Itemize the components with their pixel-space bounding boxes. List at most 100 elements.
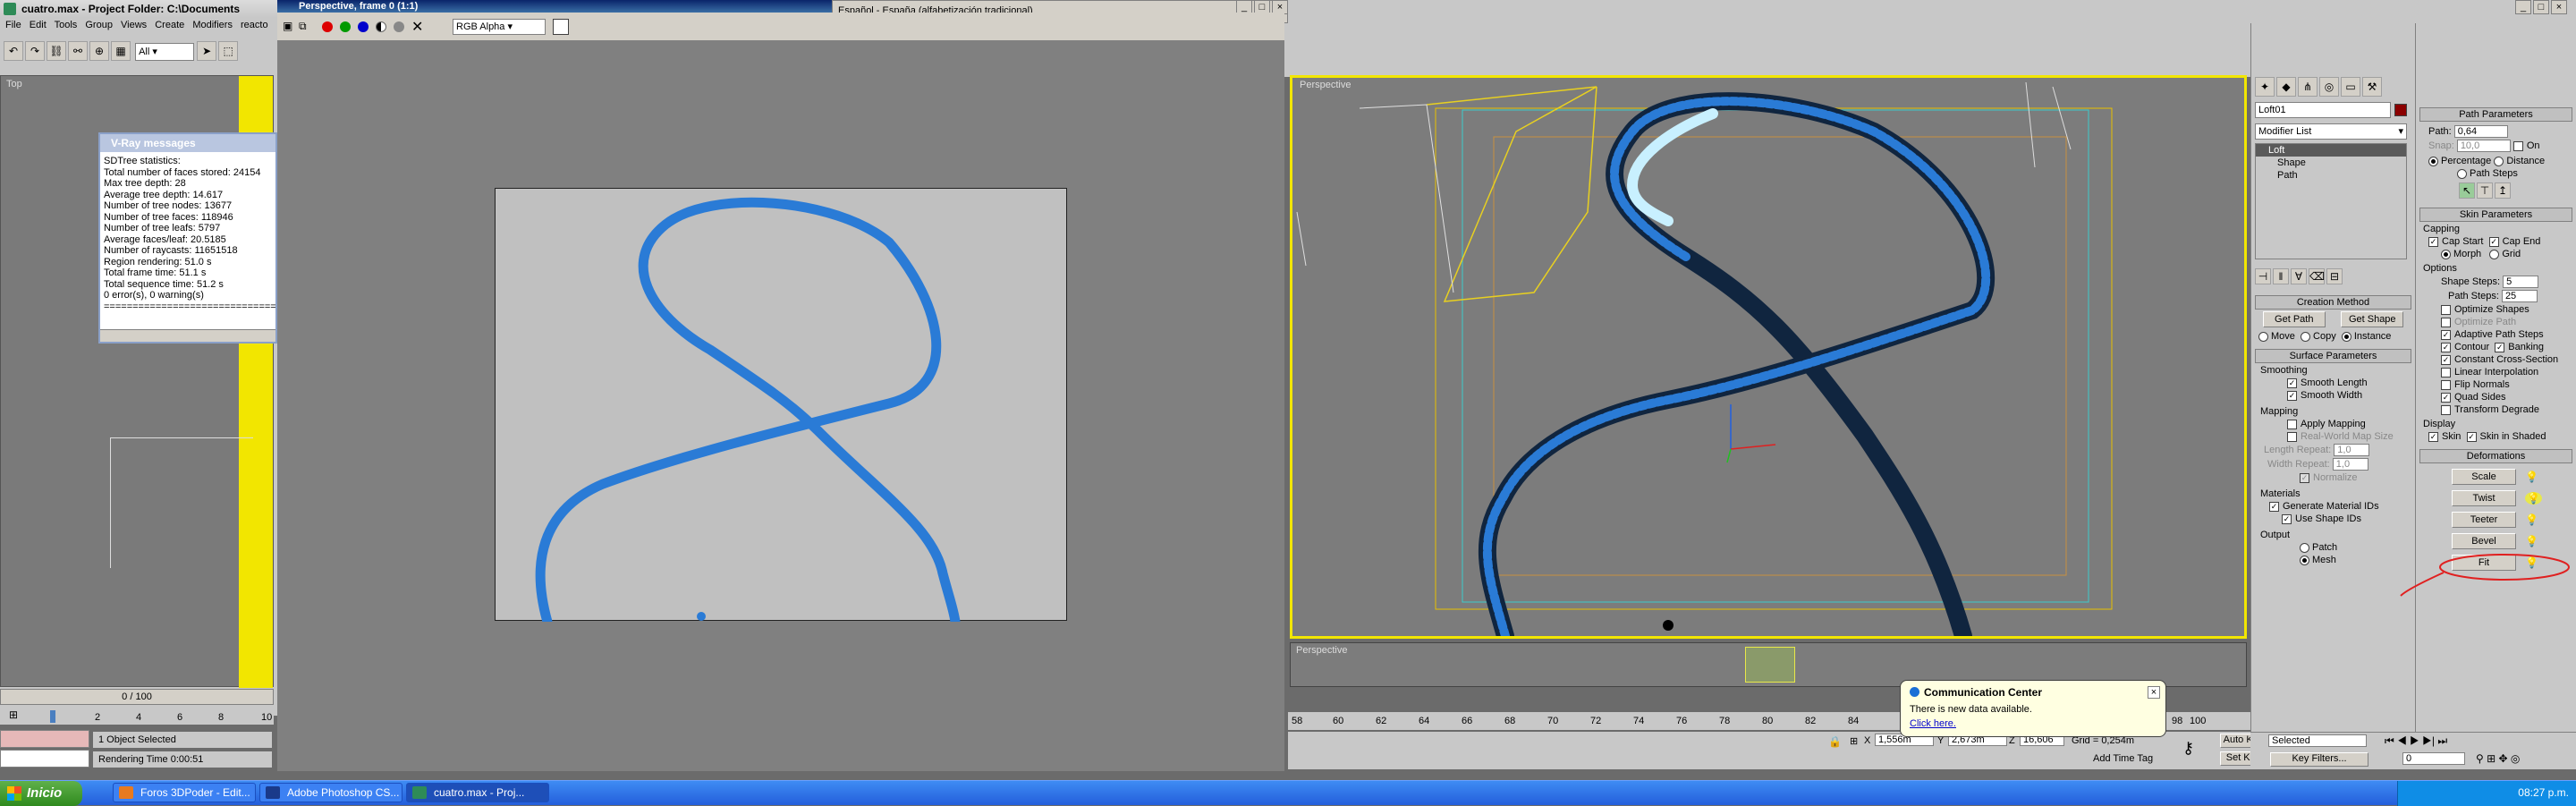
instance-radio[interactable]: [2341, 331, 2351, 342]
cap-end-checkbox[interactable]: ✓: [2488, 236, 2499, 247]
current-frame-spinner[interactable]: 0: [2402, 752, 2465, 765]
skin-option-row[interactable]: ✓ Constant Cross-Section: [2441, 354, 2576, 365]
link-icon[interactable]: ⛓: [47, 41, 66, 61]
stack-item-loft[interactable]: Loft: [2256, 144, 2406, 157]
object-color-swatch[interactable]: [2394, 104, 2407, 116]
alpha-channel-icon[interactable]: [376, 21, 386, 32]
get-shape-button[interactable]: Get Shape: [2341, 311, 2404, 327]
selection-filter-dropdown[interactable]: All ▾: [135, 43, 195, 62]
undo-icon[interactable]: ↶: [4, 41, 23, 61]
time-slider[interactable]: 0 / 100: [0, 689, 274, 705]
snap-on-checkbox[interactable]: [2512, 140, 2523, 151]
modifier-list-dropdown[interactable]: Modifier List ▾: [2255, 123, 2407, 140]
minimize-icon[interactable]: _: [2515, 0, 2531, 14]
menu-tools[interactable]: Tools: [55, 20, 78, 30]
close-icon[interactable]: ×: [2148, 686, 2160, 699]
lock-icon[interactable]: 🔒: [1828, 735, 1842, 748]
task-3dsmax[interactable]: cuatro.max - Proj...: [406, 783, 549, 802]
color-swatch[interactable]: [553, 19, 569, 35]
save-icon[interactable]: ▣: [283, 20, 292, 32]
creation-method-rollout[interactable]: Creation Method: [2255, 295, 2411, 310]
skin-option-checkbox[interactable]: ✓: [2441, 342, 2451, 352]
pin-stack-icon[interactable]: ⊣: [2255, 268, 2271, 284]
utilities-tab-icon[interactable]: ⚒: [2362, 77, 2382, 97]
deform-toggle-icon[interactable]: 💡: [2525, 492, 2542, 505]
modify-tab-icon[interactable]: ◆: [2276, 77, 2296, 97]
path-spinner[interactable]: 0,64: [2453, 125, 2508, 138]
morph-radio[interactable]: [2441, 249, 2451, 259]
percentage-radio[interactable]: [2428, 156, 2438, 166]
key-filters-button[interactable]: Key Filters...: [2270, 752, 2368, 767]
skin-option-row[interactable]: Optimize Shapes: [2441, 304, 2576, 315]
cap-start-checkbox[interactable]: ✓: [2428, 236, 2438, 247]
move-radio[interactable]: [2258, 331, 2268, 342]
configure-icon[interactable]: ⊟: [2326, 268, 2343, 284]
motion-tab-icon[interactable]: ◎: [2319, 77, 2339, 97]
key-icon[interactable]: ⚷: [2182, 739, 2194, 758]
real-world-checkbox[interactable]: [2287, 431, 2297, 442]
menu-file[interactable]: File: [5, 20, 21, 30]
absolute-mode-icon[interactable]: ⊞: [1850, 735, 1858, 747]
deform-teeter-button[interactable]: Teeter: [2452, 512, 2516, 528]
close-icon[interactable]: ×: [2551, 0, 2567, 14]
apply-mapping-checkbox[interactable]: [2287, 419, 2297, 429]
snap-spinner[interactable]: 10,0: [2456, 140, 2511, 152]
blue-channel-icon[interactable]: [358, 21, 369, 32]
menu-reactor[interactable]: reacto: [241, 20, 268, 30]
mono-icon[interactable]: [394, 21, 404, 32]
skin-in-shaded-checkbox[interactable]: ✓: [2466, 431, 2477, 442]
skin-option-row[interactable]: Transform Degrade: [2441, 404, 2576, 415]
red-channel-icon[interactable]: [322, 21, 333, 32]
skin-option-checkbox[interactable]: ✓: [2441, 354, 2451, 365]
shape-steps-spinner[interactable]: 5: [2503, 276, 2539, 288]
path-parameters-rollout[interactable]: Path Parameters: [2419, 107, 2572, 122]
perspective-viewport[interactable]: Perspective: [1290, 75, 2247, 639]
skin-parameters-rollout[interactable]: Skin Parameters: [2419, 208, 2572, 222]
deform-twist-button[interactable]: Twist: [2452, 490, 2516, 506]
normalize-checkbox[interactable]: ✓: [2300, 472, 2309, 483]
maxscript-listener[interactable]: [0, 730, 89, 748]
nav-controls[interactable]: ⚲ ⊞ ✥ ◎: [2476, 752, 2520, 765]
green-channel-icon[interactable]: [340, 21, 351, 32]
deform-toggle-icon[interactable]: 💡: [2525, 513, 2538, 526]
skin-option-row[interactable]: Optimize Path: [2441, 317, 2576, 327]
length-repeat-spinner[interactable]: 1,0: [2334, 444, 2370, 456]
deformations-rollout[interactable]: Deformations: [2419, 449, 2572, 463]
skin-option-row[interactable]: Linear Interpolation: [2441, 367, 2576, 378]
add-time-tag[interactable]: Add Time Tag: [2093, 753, 2153, 764]
prev-shape-icon[interactable]: ⊤: [2477, 182, 2493, 199]
deform-toggle-icon[interactable]: 💡: [2525, 471, 2538, 483]
maxscript-input[interactable]: [0, 750, 89, 768]
skin-option-row[interactable]: ✓ Adaptive Path Steps: [2441, 329, 2576, 340]
copy-radio[interactable]: [2301, 331, 2311, 342]
clear-icon[interactable]: ✕: [411, 18, 423, 36]
remove-modifier-icon[interactable]: ⌫: [2309, 268, 2325, 284]
task-foros[interactable]: Foros 3DPoder - Edit...: [113, 783, 256, 802]
skin-option-checkbox[interactable]: [2441, 367, 2451, 378]
patch-radio[interactable]: [2300, 542, 2309, 553]
distance-radio[interactable]: [2494, 156, 2504, 166]
menu-create[interactable]: Create: [155, 20, 184, 30]
skin-option-row[interactable]: ✓ Contour ✓ Banking: [2441, 342, 2576, 352]
smooth-length-checkbox[interactable]: ✓: [2287, 378, 2297, 388]
vray-scrollbar[interactable]: [100, 329, 275, 342]
vray-messages-window[interactable]: V-Ray messages SDTree statistics: Total …: [98, 132, 277, 344]
path-steps-radio[interactable]: [2457, 168, 2467, 179]
skin-checkbox[interactable]: ✓: [2428, 431, 2438, 442]
make-unique-icon[interactable]: ∀: [2291, 268, 2307, 284]
select-region-icon[interactable]: ⬚: [218, 41, 239, 61]
surface-parameters-rollout[interactable]: Surface Parameters: [2255, 349, 2411, 363]
clone-icon[interactable]: ⧉: [299, 20, 307, 33]
stack-item-shape[interactable]: Shape: [2256, 157, 2406, 169]
generate-material-ids-checkbox[interactable]: ✓: [2269, 501, 2279, 512]
show-end-result-icon[interactable]: ‖: [2273, 268, 2289, 284]
task-photoshop[interactable]: Adobe Photoshop CS...: [259, 783, 402, 802]
menu-edit[interactable]: Edit: [30, 20, 47, 30]
deform-scale-button[interactable]: Scale: [2452, 469, 2516, 485]
width-repeat-spinner[interactable]: 1,0: [2332, 458, 2368, 471]
hierarchy-tab-icon[interactable]: ⋔: [2298, 77, 2318, 97]
menu-modifiers[interactable]: Modifiers: [192, 20, 233, 30]
select-arrow-icon[interactable]: ➤: [197, 41, 217, 61]
mesh-radio[interactable]: [2300, 555, 2309, 565]
skin-option-checkbox[interactable]: [2441, 317, 2451, 327]
